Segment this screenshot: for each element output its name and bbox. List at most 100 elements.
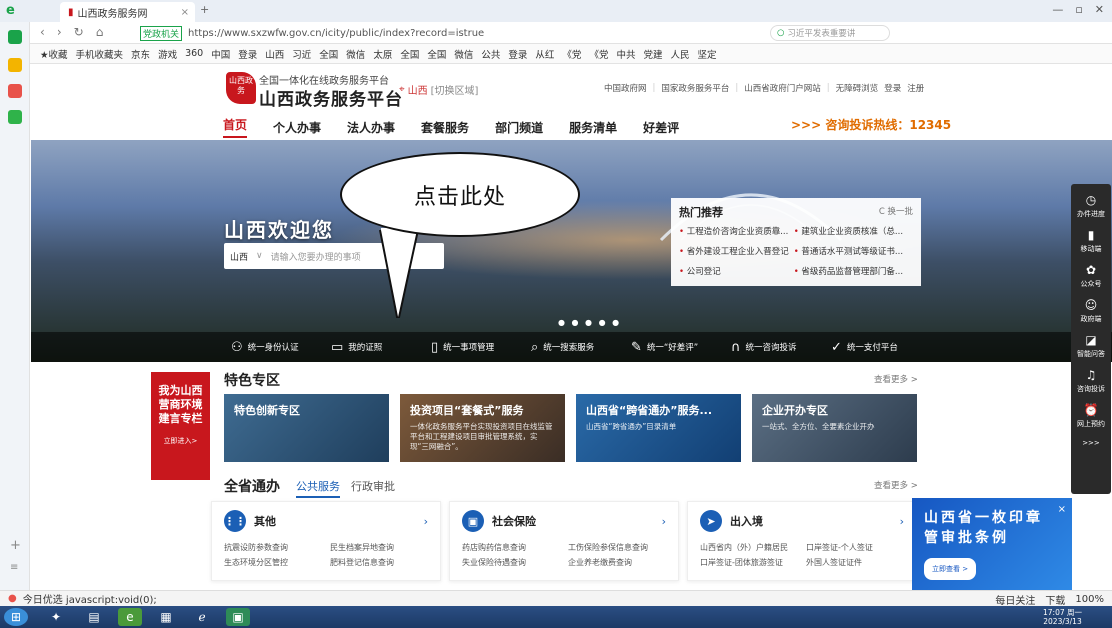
hot-item[interactable]: 普通话水平测试等级证书... xyxy=(794,245,906,257)
taskbar-app-icon[interactable]: ✦ xyxy=(44,608,68,626)
service-link[interactable]: 民生档案异地查询 xyxy=(330,542,428,553)
nav-item[interactable]: 法人办事 xyxy=(347,119,395,136)
header-link[interactable]: 注册 xyxy=(907,82,924,94)
promo-business-environment[interactable]: 我为山西 营商环境 建言专栏 立即进入> xyxy=(151,372,210,480)
bookmark-item[interactable]: 太原 xyxy=(373,47,392,61)
header-link[interactable]: 国家政务服务平台 xyxy=(661,82,729,94)
chevron-right-icon[interactable]: › xyxy=(900,515,904,528)
taskbar-ie-icon[interactable]: ℯ xyxy=(190,608,214,626)
service-link[interactable]: 抗震设防参数查询 xyxy=(224,542,322,553)
bookmark-item[interactable]: 游戏 xyxy=(158,47,177,61)
bookmark-item[interactable]: 《党 xyxy=(589,47,608,61)
hot-item[interactable]: 省级药品监督管理部门备... xyxy=(794,265,906,277)
bookmark-item[interactable]: 登录 xyxy=(508,47,527,61)
sidebar-app-icon[interactable] xyxy=(8,30,22,44)
browser-search-input[interactable]: ○ 习近平发表重要讲 xyxy=(770,25,890,41)
service-card-head[interactable]: ▣ 社会保险 › xyxy=(462,510,666,532)
sidebar-menu-icon[interactable]: ≡ xyxy=(10,562,18,573)
browser-tab[interactable]: ▮ 山西政务服务网 × xyxy=(60,2,195,22)
bookmark-item[interactable]: 微信 xyxy=(454,47,473,61)
minimize-icon[interactable]: — xyxy=(1052,3,1063,16)
bookmark-item[interactable]: 京东 xyxy=(131,47,150,61)
hot-item[interactable]: 省外建设工程企业入晋登记 xyxy=(679,245,791,257)
feature-card[interactable]: 特色创新专区 xyxy=(224,394,389,462)
service-link[interactable]: 工伤保险参保信息查询 xyxy=(568,542,666,553)
nav-item[interactable]: 服务清单 xyxy=(569,119,617,136)
region-selector[interactable]: ⌖ 山西 [切换区域] xyxy=(399,82,478,97)
unified-service-item[interactable]: ✎ 统一“好差评” xyxy=(631,340,731,355)
unified-service-item[interactable]: ✓ 统一支付平台 xyxy=(831,340,931,355)
service-link[interactable]: 外国人签证证件 xyxy=(806,557,904,568)
header-link[interactable]: 无障碍浏览 xyxy=(836,82,879,94)
ad-seal-regulation[interactable]: 山西省一枚印章 管审批条例 立即查看 > × xyxy=(912,498,1072,590)
taskbar-doc-icon[interactable]: ▦ xyxy=(154,608,178,626)
service-link[interactable]: 山西省内（外）户籍居民 xyxy=(700,542,798,553)
service-card-head[interactable]: ⋮⋮ 其他 › xyxy=(224,510,428,532)
bookmark-item[interactable]: 公共 xyxy=(481,47,500,61)
bookmark-item[interactable]: 中共 xyxy=(616,47,635,61)
hot-item[interactable]: 公司登记 xyxy=(679,265,791,277)
region-switch-link[interactable]: [切换区域] xyxy=(431,82,479,97)
service-link[interactable]: 企业养老缴费查询 xyxy=(568,557,666,568)
service-link[interactable]: 口岸签证-团体旅游签证 xyxy=(700,557,798,568)
float-menu-item[interactable]: ♫ 咨询投诉 xyxy=(1071,363,1111,398)
nav-item[interactable]: 套餐服务 xyxy=(421,119,469,136)
nav-item[interactable]: 好差评 xyxy=(643,119,679,136)
bookmark-item[interactable]: 人民 xyxy=(670,47,689,61)
tab-close-icon[interactable]: × xyxy=(181,7,189,18)
taskbar-folder-icon[interactable]: ▤ xyxy=(82,608,106,626)
back-icon[interactable]: ‹ xyxy=(40,25,45,39)
service-link[interactable]: 口岸签证-个人签证 xyxy=(806,542,904,553)
hot-item[interactable]: 建筑业企业资质核准（总... xyxy=(794,225,906,237)
sidebar-star-icon[interactable] xyxy=(8,58,22,72)
status-item[interactable]: 100% xyxy=(1075,594,1104,605)
float-menu-item[interactable]: ◷ 办件进度 xyxy=(1071,188,1111,223)
search-scope[interactable]: 山西 xyxy=(230,250,248,263)
bookmark-item[interactable]: 微信 xyxy=(346,47,365,61)
bookmark-item[interactable]: 360 xyxy=(185,48,203,59)
bookmark-item[interactable]: 《党 xyxy=(562,47,581,61)
service-card-head[interactable]: ➤ 出入境 › xyxy=(700,510,904,532)
float-menu-item[interactable]: ▮ 移动端 xyxy=(1071,223,1111,258)
bookmark-item[interactable]: 全国 xyxy=(319,47,338,61)
unified-service-item[interactable]: ▯ 统一事项管理 xyxy=(431,340,531,355)
float-menu-item[interactable]: ⏰ 网上预约 xyxy=(1071,398,1111,433)
bookmark-item[interactable]: 中国 xyxy=(211,47,230,61)
bookmark-item[interactable]: 全国 xyxy=(427,47,446,61)
service-link[interactable]: 生态环境分区管控 xyxy=(224,557,322,568)
sidebar-folder-icon[interactable] xyxy=(8,110,22,124)
ad-close-icon[interactable]: × xyxy=(1058,500,1066,520)
promo-enter-link[interactable]: 立即进入> xyxy=(151,434,210,448)
float-menu-item[interactable]: ◪ 智能问答 xyxy=(1071,328,1111,363)
bookmark-item[interactable]: 从红 xyxy=(535,47,554,61)
close-window-icon[interactable]: ✕ xyxy=(1095,3,1104,16)
sidebar-weibo-icon[interactable] xyxy=(8,84,22,98)
new-tab-button[interactable]: + xyxy=(200,3,209,16)
ad-view-button[interactable]: 立即查看 > xyxy=(924,558,977,580)
bookmark-item[interactable]: 全国 xyxy=(400,47,419,61)
sidebar-add-icon[interactable]: + xyxy=(10,538,21,553)
tab-public-service[interactable]: 公共服务 xyxy=(296,478,340,498)
header-link[interactable]: 山西省政府门户网站 xyxy=(744,82,821,94)
unified-service-item[interactable]: ▭ 我的证照 xyxy=(331,340,431,355)
chevron-right-icon[interactable]: › xyxy=(662,515,666,528)
header-link[interactable]: 登录 xyxy=(884,82,901,94)
float-menu-expand[interactable]: >>> xyxy=(1071,433,1111,453)
bookmark-item[interactable]: 登录 xyxy=(238,47,257,61)
home-icon[interactable]: ⌂ xyxy=(96,25,104,39)
bookmark-item[interactable]: 山西 xyxy=(265,47,284,61)
float-menu-item[interactable]: ☺ 政府端 xyxy=(1071,293,1111,328)
chevron-right-icon[interactable]: › xyxy=(424,515,428,528)
header-link[interactable]: 中国政府网 xyxy=(604,82,647,94)
feature-card[interactable]: 山西省“跨省通办”服务... 山西省“跨省通办”目录清单 xyxy=(576,394,741,462)
taskbar-browser-icon[interactable]: e xyxy=(118,608,142,626)
reload-icon[interactable]: ↻ xyxy=(74,25,84,39)
tab-admin-approval[interactable]: 行政审批 xyxy=(351,478,395,494)
forward-icon[interactable]: › xyxy=(57,25,62,39)
taskbar-app2-icon[interactable]: ▣ xyxy=(226,608,250,626)
service-link[interactable]: 肥料登记信息查询 xyxy=(330,557,428,568)
bookmark-item[interactable]: 党建 xyxy=(643,47,662,61)
unified-service-item[interactable]: ⌕ 统一搜索服务 xyxy=(531,340,631,355)
service-link[interactable]: 药店购药信息查询 xyxy=(462,542,560,553)
nav-item[interactable]: 部门频道 xyxy=(495,119,543,136)
